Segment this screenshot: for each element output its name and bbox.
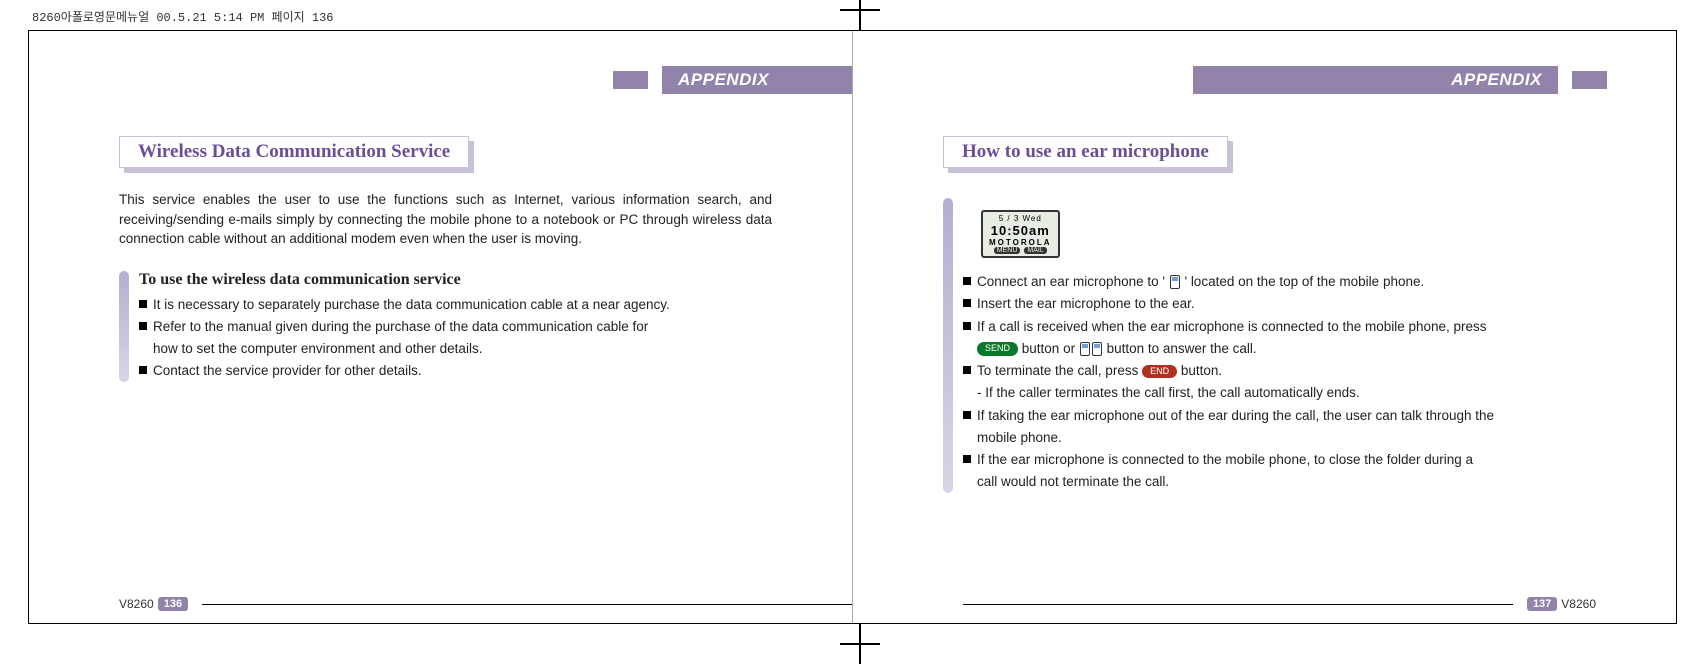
- text: Connect an ear microphone to ': [977, 274, 1165, 289]
- list-item-cont: - If the caller terminates the call firs…: [963, 383, 1596, 403]
- softkey-mail: MAIL: [1024, 247, 1046, 254]
- header-bar-left: APPENDIX: [93, 66, 852, 94]
- footer-rule: [202, 604, 852, 605]
- section-title-box: Wireless Data Communication Service: [119, 136, 469, 168]
- sub-section-bar: [943, 198, 953, 493]
- list-item: To terminate the call, press END button.: [963, 361, 1596, 381]
- screen-time: 10:50am: [989, 223, 1052, 238]
- end-button-icon: END: [1142, 365, 1177, 379]
- send-button-icon: SEND: [977, 342, 1018, 356]
- screen-date: 5 / 3 Wed: [989, 214, 1052, 223]
- text: button or: [1022, 341, 1079, 356]
- appendix-title: APPENDIX: [678, 70, 769, 90]
- list-item: Connect an ear microphone to ' ' located…: [963, 272, 1596, 292]
- section-title-box: How to use an ear microphone: [943, 136, 1228, 168]
- content-right: How to use an ear microphone 5 / 3 Wed 1…: [943, 136, 1596, 495]
- text: button.: [1181, 363, 1222, 378]
- list-item: Insert the ear microphone to the ear.: [963, 294, 1596, 314]
- list-item: If the ear microphone is connected to th…: [963, 450, 1596, 470]
- phone-icon: [1080, 342, 1090, 356]
- page-137: APPENDIX How to use an ear microphone 5 …: [853, 31, 1676, 623]
- page-136: APPENDIX Wireless Data Communication Ser…: [29, 31, 853, 623]
- footer-rule: [963, 604, 1513, 605]
- header-accent: [1572, 71, 1607, 89]
- sub-section-title: To use the wireless data communication s…: [139, 271, 772, 289]
- model-label: V8260: [1561, 597, 1596, 611]
- print-header: 8260아폴로영문메뉴얼 00.5.21 5:14 PM 페이지 136: [32, 8, 333, 25]
- list-item: Refer to the manual given during the pur…: [139, 317, 772, 337]
- footer-left: V8260 136: [119, 597, 852, 611]
- section-title: How to use an ear microphone: [943, 136, 1228, 168]
- softkey-menu: MENU: [994, 247, 1021, 254]
- header-bar-right: APPENDIX: [853, 66, 1607, 94]
- list-item-cont: how to set the computer environment and …: [139, 339, 772, 359]
- jack-icon: [1170, 275, 1180, 289]
- sub-section-bar: [119, 271, 129, 382]
- bullet-list: Connect an ear microphone to ' ' located…: [963, 272, 1596, 493]
- screen-softkeys: MENU MAIL: [989, 247, 1052, 254]
- list-item: If taking the ear microphone out of the …: [963, 406, 1596, 426]
- page-number: 136: [158, 597, 188, 611]
- list-item-cont: call would not terminate the call.: [963, 472, 1596, 492]
- list-item: If a call is received when the ear micro…: [963, 317, 1596, 337]
- section-title: Wireless Data Communication Service: [119, 136, 469, 168]
- crop-mark-top: [840, 0, 880, 30]
- appendix-title: APPENDIX: [1451, 70, 1542, 90]
- screen-brand: MOTOROLA: [989, 238, 1052, 247]
- crop-mark-bottom: [840, 624, 880, 664]
- bullet-list: It is necessary to separately purchase t…: [139, 295, 772, 382]
- footer-right: V8260 137: [963, 597, 1596, 611]
- list-item-cont: mobile phone.: [963, 428, 1596, 448]
- list-item-cont: SEND button or button to answer the call…: [963, 339, 1596, 359]
- appendix-banner: APPENDIX: [662, 66, 852, 94]
- appendix-banner: APPENDIX: [1193, 66, 1558, 94]
- header-accent: [613, 71, 648, 89]
- sub-section: To use the wireless data communication s…: [119, 271, 772, 382]
- model-label: V8260: [119, 597, 154, 611]
- text: button to answer the call.: [1107, 341, 1257, 356]
- list-item: Contact the service provider for other d…: [139, 361, 772, 381]
- phone-icon: [1092, 342, 1102, 356]
- sub-section: 5 / 3 Wed 10:50am MOTOROLA MENU MAIL Con…: [943, 198, 1596, 493]
- intro-text: This service enables the user to use the…: [119, 190, 772, 249]
- page-number: 137: [1527, 597, 1557, 611]
- phone-screen-illustration: 5 / 3 Wed 10:50am MOTOROLA MENU MAIL: [981, 210, 1060, 258]
- content-left: Wireless Data Communication Service This…: [119, 136, 772, 384]
- page-spread: APPENDIX Wireless Data Communication Ser…: [28, 30, 1677, 624]
- list-item: It is necessary to separately purchase t…: [139, 295, 772, 315]
- text: ' located on the top of the mobile phone…: [1184, 274, 1424, 289]
- text: To terminate the call, press: [977, 363, 1142, 378]
